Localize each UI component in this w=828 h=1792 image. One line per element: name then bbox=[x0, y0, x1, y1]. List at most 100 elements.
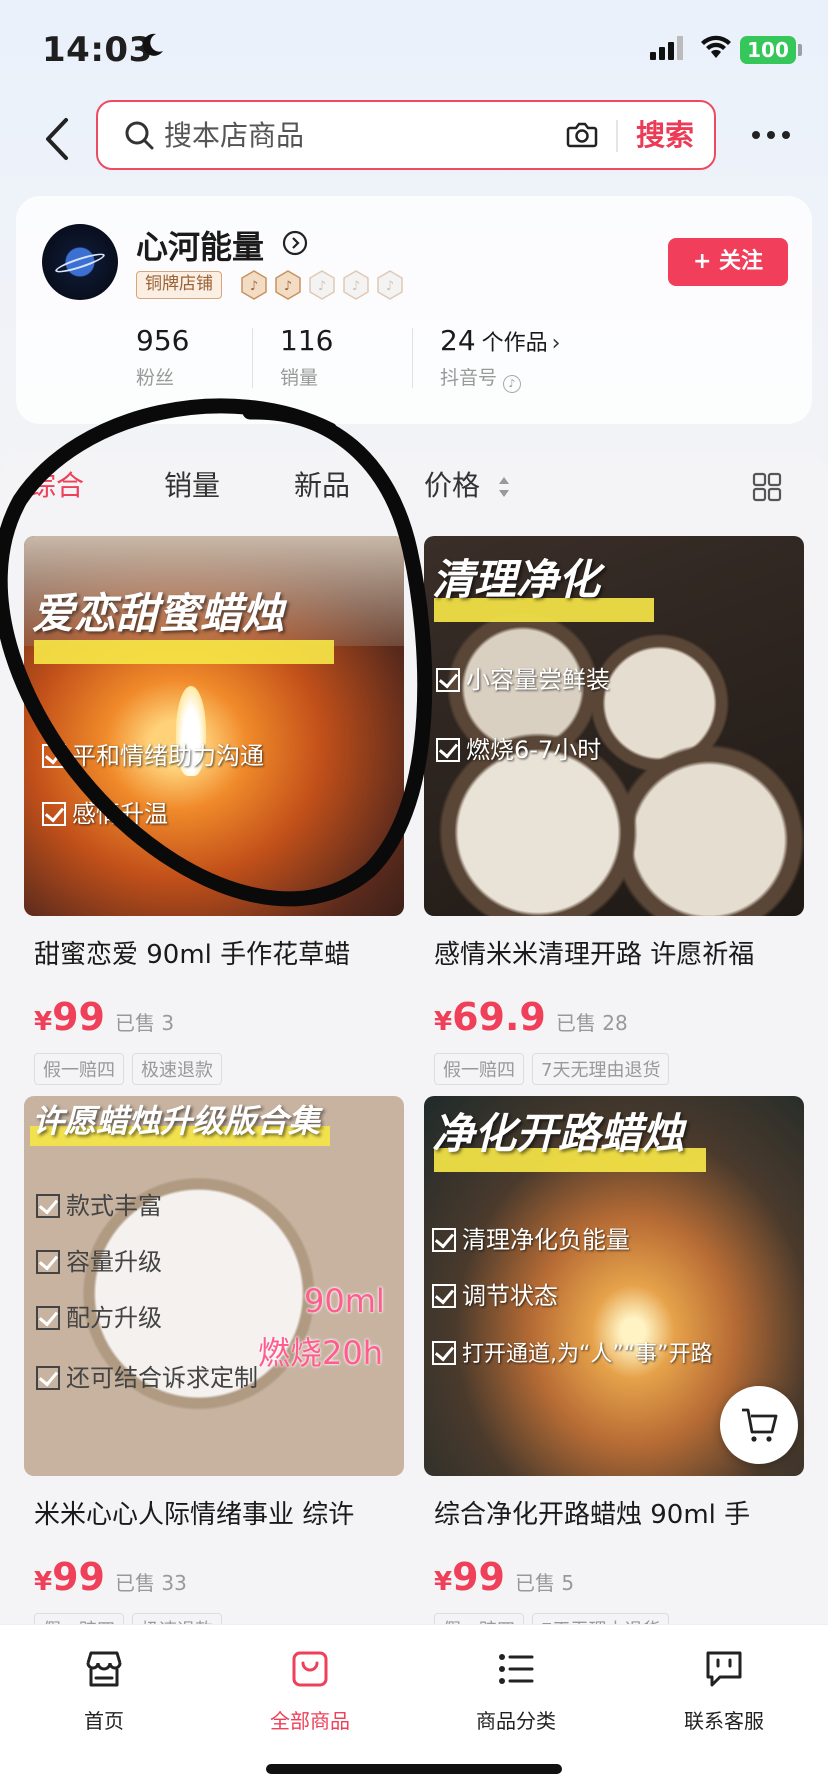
douyin-level-icon: ♪ bbox=[343, 270, 369, 300]
stat-label: 抖音号 ♪ bbox=[440, 363, 560, 393]
image-volume: 90ml bbox=[304, 1282, 385, 1320]
product-card[interactable]: 净化开路蜡烛 清理净化负能量 调节状态 打开通道,为“人”“事”开路 综合净化开… bbox=[424, 1096, 804, 1645]
search-box[interactable]: 搜索 bbox=[96, 100, 716, 170]
signal-icon bbox=[650, 36, 683, 60]
product-image[interactable]: 许愿蜡烛升级版合集 款式丰富 容量升级 配方升级 还可结合诉求定制 90ml 燃… bbox=[24, 1096, 404, 1476]
price-row: ¥ 99 已售 3 bbox=[24, 995, 404, 1039]
product-card[interactable]: 爱恋甜蜜蜡烛 平和情绪助力沟通 感情升温 甜蜜恋爱 90ml 手作花草蜡 ¥ 9… bbox=[24, 536, 404, 1085]
store-icon bbox=[86, 1651, 122, 1687]
stat-divider bbox=[252, 328, 253, 388]
service-tag: 极速退款 bbox=[132, 1053, 222, 1085]
home-indicator bbox=[266, 1764, 562, 1774]
image-feature: 燃烧6-7小时 bbox=[436, 730, 601, 765]
price-row: ¥ 69.9 已售 28 bbox=[424, 995, 804, 1039]
douyin-level-icon: ♪ bbox=[241, 270, 267, 300]
stat-followers[interactable]: 956 粉丝 bbox=[136, 324, 189, 390]
checkbox-icon bbox=[42, 744, 66, 768]
shop-level-badge: 铜牌店铺 bbox=[136, 271, 222, 299]
image-feature: 还可结合诉求定制 bbox=[36, 1358, 258, 1393]
wifi-icon bbox=[701, 35, 731, 58]
sold-count: 已售 3 bbox=[114, 1011, 175, 1035]
service-tag: 假一赔四 bbox=[434, 1053, 524, 1085]
checkbox-icon bbox=[36, 1366, 60, 1390]
price-value: 99 bbox=[452, 1555, 505, 1599]
image-feature: 容量升级 bbox=[36, 1242, 162, 1277]
checkbox-icon bbox=[42, 802, 66, 826]
stat-works[interactable]: 24 个作品 › 抖音号 ♪ bbox=[440, 324, 560, 393]
nav-all-products[interactable]: 全部商品 bbox=[230, 1647, 390, 1734]
list-icon bbox=[499, 1654, 534, 1684]
product-title[interactable]: 综合净化开路蜡烛 90ml 手 bbox=[424, 1494, 804, 1531]
shop-name[interactable]: 心河能量 bbox=[136, 222, 264, 268]
product-image[interactable]: 爱恋甜蜜蜡烛 平和情绪助力沟通 感情升温 bbox=[24, 536, 404, 916]
chat-icon bbox=[706, 1651, 742, 1687]
follow-button[interactable]: + 关注 bbox=[668, 238, 788, 286]
image-title: 净化开路蜡烛 bbox=[432, 1109, 685, 1158]
checkbox-icon bbox=[432, 1284, 456, 1308]
price-currency: ¥ bbox=[34, 1567, 53, 1597]
product-title[interactable]: 感情米米清理开路 许愿祈福 bbox=[424, 934, 804, 971]
nav-home[interactable]: 首页 bbox=[24, 1647, 184, 1734]
shop-card: 心河能量 铜牌店铺 ♪ ♪ ♪ ♪ ♪ + 关注 956 粉丝 116 销量 2… bbox=[16, 196, 812, 424]
product-title[interactable]: 米米心心人际情绪事业 综许 bbox=[24, 1494, 404, 1531]
shopping-bag-icon bbox=[292, 1651, 328, 1687]
tab-price[interactable]: 价格 bbox=[424, 464, 511, 504]
chevron-circle-icon[interactable] bbox=[282, 230, 308, 256]
image-feature: 小容量尝鲜装 bbox=[436, 660, 610, 695]
nav-label: 首页 bbox=[84, 1709, 124, 1733]
tab-price-label: 价格 bbox=[424, 469, 481, 502]
sold-count: 已售 5 bbox=[514, 1571, 575, 1595]
tab-sales[interactable]: 销量 bbox=[164, 464, 220, 504]
stat-label: 粉丝 bbox=[136, 367, 175, 389]
checkbox-icon bbox=[436, 738, 460, 762]
shop-avatar[interactable] bbox=[42, 224, 118, 300]
price-currency: ¥ bbox=[434, 1007, 453, 1037]
stat-sales: 116 销量 bbox=[280, 324, 333, 390]
camera-icon[interactable] bbox=[566, 120, 598, 150]
image-feature: 款式丰富 bbox=[36, 1186, 162, 1221]
cart-button[interactable] bbox=[720, 1386, 798, 1464]
search-input[interactable] bbox=[164, 112, 544, 158]
checkbox-icon bbox=[36, 1250, 60, 1274]
status-bar: 14:03 100 bbox=[0, 0, 828, 96]
product-card[interactable]: 清理净化 小容量尝鲜装 燃烧6-7小时 感情米米清理开路 许愿祈福 ¥ 69.9… bbox=[424, 536, 804, 1085]
service-tag: 假一赔四 bbox=[34, 1053, 124, 1085]
chevron-right-icon: › bbox=[551, 331, 561, 356]
image-feature: 配方升级 bbox=[36, 1298, 162, 1333]
search-button[interactable]: 搜索 bbox=[628, 112, 702, 158]
nav-label: 联系客服 bbox=[684, 1709, 764, 1733]
douyin-logo-icon: ♪ bbox=[503, 375, 522, 393]
checkbox-icon bbox=[436, 668, 460, 692]
service-tag: 7天无理由退货 bbox=[532, 1053, 670, 1085]
works-suffix: 个作品 bbox=[481, 331, 548, 356]
stat-value: 24 个作品 › bbox=[440, 324, 560, 357]
tab-comprehensive[interactable]: 综合 bbox=[28, 464, 84, 504]
douyin-id-label: 抖音号 bbox=[440, 367, 498, 389]
douyin-level-icon: ♪ bbox=[309, 270, 335, 300]
price-value: 69.9 bbox=[452, 995, 546, 1039]
svg-text:♪: ♪ bbox=[386, 279, 394, 294]
price-value: 99 bbox=[52, 1555, 105, 1599]
douyin-level-icon: ♪ bbox=[275, 270, 301, 300]
nav-categories[interactable]: 商品分类 bbox=[436, 1647, 596, 1734]
product-card[interactable]: 许愿蜡烛升级版合集 款式丰富 容量升级 配方升级 还可结合诉求定制 90ml 燃… bbox=[24, 1096, 404, 1645]
more-icon[interactable] bbox=[750, 128, 792, 142]
svg-text:♪: ♪ bbox=[284, 279, 292, 294]
image-title: 爱恋甜蜜蜡烛 bbox=[32, 589, 285, 638]
product-title[interactable]: 甜蜜恋爱 90ml 手作花草蜡 bbox=[24, 934, 404, 971]
image-highlight bbox=[34, 640, 334, 664]
nav-label: 商品分类 bbox=[476, 1709, 556, 1733]
price-row: ¥ 99 已售 5 bbox=[424, 1555, 804, 1599]
image-burn-time: 燃烧20h bbox=[258, 1334, 384, 1372]
grid-view-icon[interactable] bbox=[752, 472, 782, 502]
sort-arrows-icon bbox=[498, 477, 509, 497]
svg-text:♪: ♪ bbox=[250, 279, 258, 294]
back-icon[interactable] bbox=[40, 116, 76, 162]
svg-text:♪: ♪ bbox=[352, 279, 360, 294]
tab-new[interactable]: 新品 bbox=[294, 464, 350, 504]
price-currency: ¥ bbox=[34, 1007, 53, 1037]
image-feature: 清理净化负能量 bbox=[432, 1220, 630, 1255]
nav-customer-service[interactable]: 联系客服 bbox=[644, 1647, 804, 1734]
product-image[interactable]: 清理净化 小容量尝鲜装 燃烧6-7小时 bbox=[424, 536, 804, 916]
search-icon bbox=[125, 121, 154, 150]
